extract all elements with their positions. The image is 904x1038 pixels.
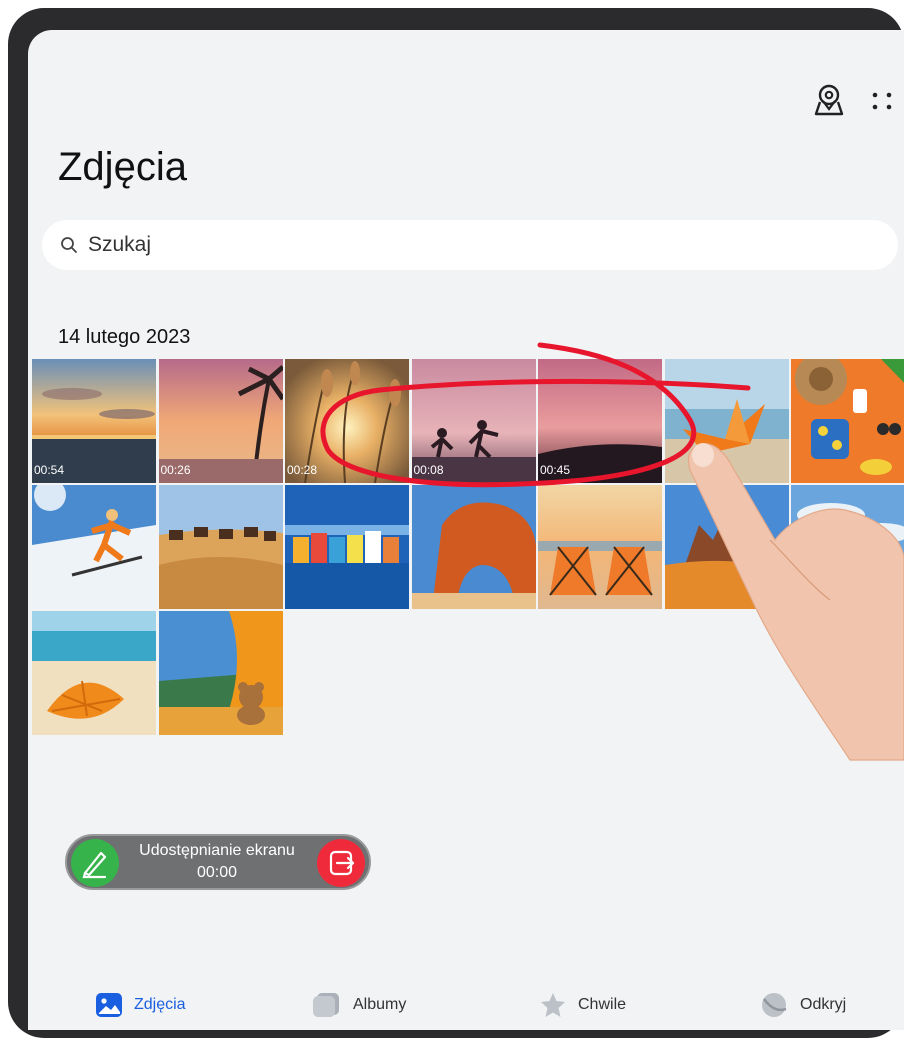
top-toolbar xyxy=(784,82,904,122)
video-duration: 00:45 xyxy=(540,463,571,477)
photo-image xyxy=(664,359,789,483)
photo-thumbnail[interactable]: 00:28 xyxy=(285,359,409,483)
photo-thumbnail[interactable] xyxy=(285,485,409,609)
page-title: Zdjęcia xyxy=(58,145,187,189)
photo-image xyxy=(158,611,283,735)
photo-thumbnail[interactable]: 00:54 xyxy=(32,359,156,483)
photo-image xyxy=(538,485,662,609)
tab-discover-label: Odkryj xyxy=(800,996,847,1013)
tab-discover[interactable]: Odkryj xyxy=(760,985,846,1025)
share-label: Udostępnianie ekranu xyxy=(139,842,295,859)
stop-share-button[interactable] xyxy=(317,839,365,887)
share-timer: 00:00 xyxy=(196,864,238,881)
photo-thumbnail[interactable] xyxy=(664,359,789,483)
photo-thumbnail[interactable] xyxy=(538,485,662,609)
photo-thumbnail[interactable] xyxy=(791,359,904,483)
photo-thumbnail[interactable] xyxy=(32,485,156,609)
photo-thumbnail[interactable] xyxy=(664,485,789,609)
location-pin-icon[interactable] xyxy=(812,82,846,122)
moments-star-icon xyxy=(541,993,565,1017)
exit-icon xyxy=(329,850,355,876)
photo-image xyxy=(32,611,156,735)
tab-photos-label: Zdjęcia xyxy=(134,996,186,1013)
photo-thumbnail[interactable] xyxy=(158,611,283,735)
photo-thumbnail[interactable] xyxy=(791,485,904,609)
photo-image xyxy=(791,485,904,609)
photos-icon xyxy=(96,993,122,1017)
tab-albums-label: Albumy xyxy=(353,996,407,1013)
video-duration: 00:08 xyxy=(413,463,444,477)
tab-moments[interactable]: Chwile xyxy=(540,985,626,1025)
photo-thumbnail[interactable]: 00:45 xyxy=(538,359,662,483)
tablet-frame: Zdjęcia Szukaj 14 lutego 2023 00:54 00:26… xyxy=(8,8,904,1038)
photo-image xyxy=(158,485,283,609)
photo-image xyxy=(664,485,789,609)
tab-photos[interactable]: Zdjęcia xyxy=(96,985,186,1025)
search-placeholder: Szukaj xyxy=(88,233,152,256)
video-duration: 00:28 xyxy=(287,463,318,477)
search-bar[interactable]: Szukaj xyxy=(42,220,898,270)
tab-moments-label: Chwile xyxy=(578,996,627,1013)
photo-image xyxy=(285,485,409,609)
bottom-nav: Zdjęcia Albumy Chwile Odkryj xyxy=(28,985,904,1025)
photo-image xyxy=(32,485,156,609)
annotate-button[interactable] xyxy=(71,839,119,887)
pen-icon xyxy=(82,851,107,879)
photo-thumbnail[interactable]: 00:08 xyxy=(411,359,536,483)
screen-share-bar[interactable]: Udostępnianie ekranu 00:00 xyxy=(65,834,371,890)
photo-thumbnail[interactable] xyxy=(411,485,536,609)
gallery-screen: Zdjęcia Szukaj 14 lutego 2023 00:54 00:26… xyxy=(28,30,904,1030)
video-duration: 00:26 xyxy=(160,463,191,477)
photo-thumbnail[interactable]: 00:26 xyxy=(158,359,283,483)
search-icon xyxy=(61,237,77,253)
photo-image xyxy=(411,485,536,609)
tab-albums[interactable]: Albumy xyxy=(313,985,406,1025)
photo-thumbnail[interactable] xyxy=(32,611,156,735)
more-options-icon[interactable] xyxy=(870,86,894,116)
photo-thumbnail[interactable] xyxy=(158,485,283,609)
video-duration: 00:54 xyxy=(34,463,65,477)
date-header: 14 lutego 2023 xyxy=(58,326,191,348)
photo-image xyxy=(791,359,904,483)
albums-icon xyxy=(313,993,339,1017)
discover-icon xyxy=(762,993,787,1017)
